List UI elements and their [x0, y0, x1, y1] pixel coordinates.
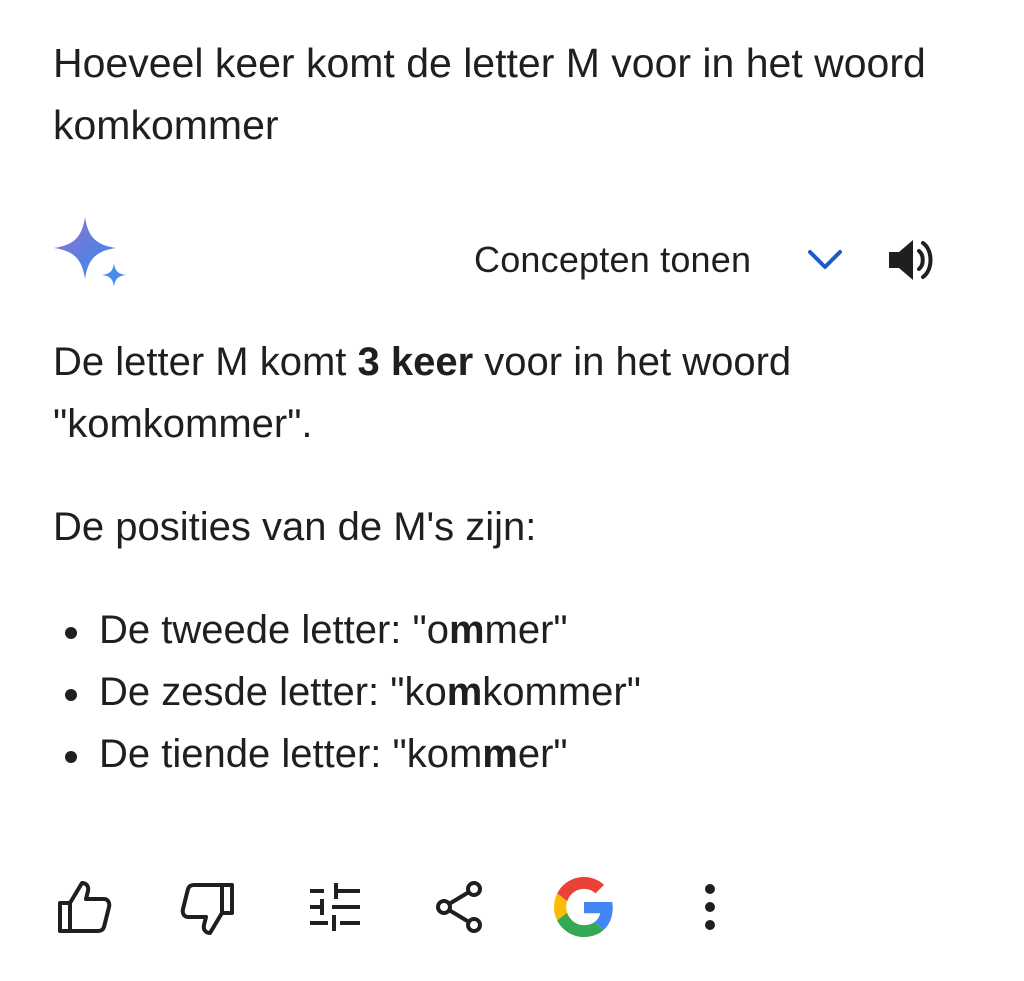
- answer-paragraph-2: De posities van de M's zijn:: [53, 505, 537, 549]
- response-body: De letter M komt 3 keer voor in het woor…: [53, 331, 983, 785]
- gemini-sparkle-icon: [52, 215, 128, 291]
- share-icon: [436, 881, 482, 933]
- thumbs-up-icon: [58, 881, 112, 933]
- positions-list: De tweede letter: "ommer" De zesde lette…: [53, 599, 983, 785]
- thumbs-down-icon: [180, 883, 234, 935]
- show-drafts-button[interactable]: Concepten tonen: [474, 236, 751, 284]
- answer-paragraph-1: De letter M komt 3 keer voor in het woor…: [53, 340, 792, 446]
- more-options-button[interactable]: [676, 875, 740, 939]
- thumbs-up-button[interactable]: [52, 875, 116, 939]
- chevron-down-icon[interactable]: [805, 243, 845, 277]
- tune-icon: [310, 883, 360, 931]
- thumbs-down-button[interactable]: [176, 875, 240, 939]
- google-search-button[interactable]: [552, 875, 616, 939]
- answer-count-bold: 3 keer: [357, 340, 474, 384]
- list-item: De tiende letter: "kommer": [65, 723, 983, 785]
- user-prompt: Hoeveel keer komt de letter M voor in he…: [53, 40, 926, 148]
- modify-response-button[interactable]: [302, 875, 366, 939]
- share-button[interactable]: [428, 875, 492, 939]
- google-g-icon: [554, 877, 613, 937]
- speaker-icon[interactable]: [885, 234, 937, 286]
- response-action-bar: [0, 875, 1024, 939]
- more-vert-icon: [705, 884, 715, 930]
- list-item: De tweede letter: "ommer": [65, 599, 983, 661]
- show-drafts-label: Concepten tonen: [474, 239, 752, 280]
- list-item: De zesde letter: "komkommer": [65, 661, 983, 723]
